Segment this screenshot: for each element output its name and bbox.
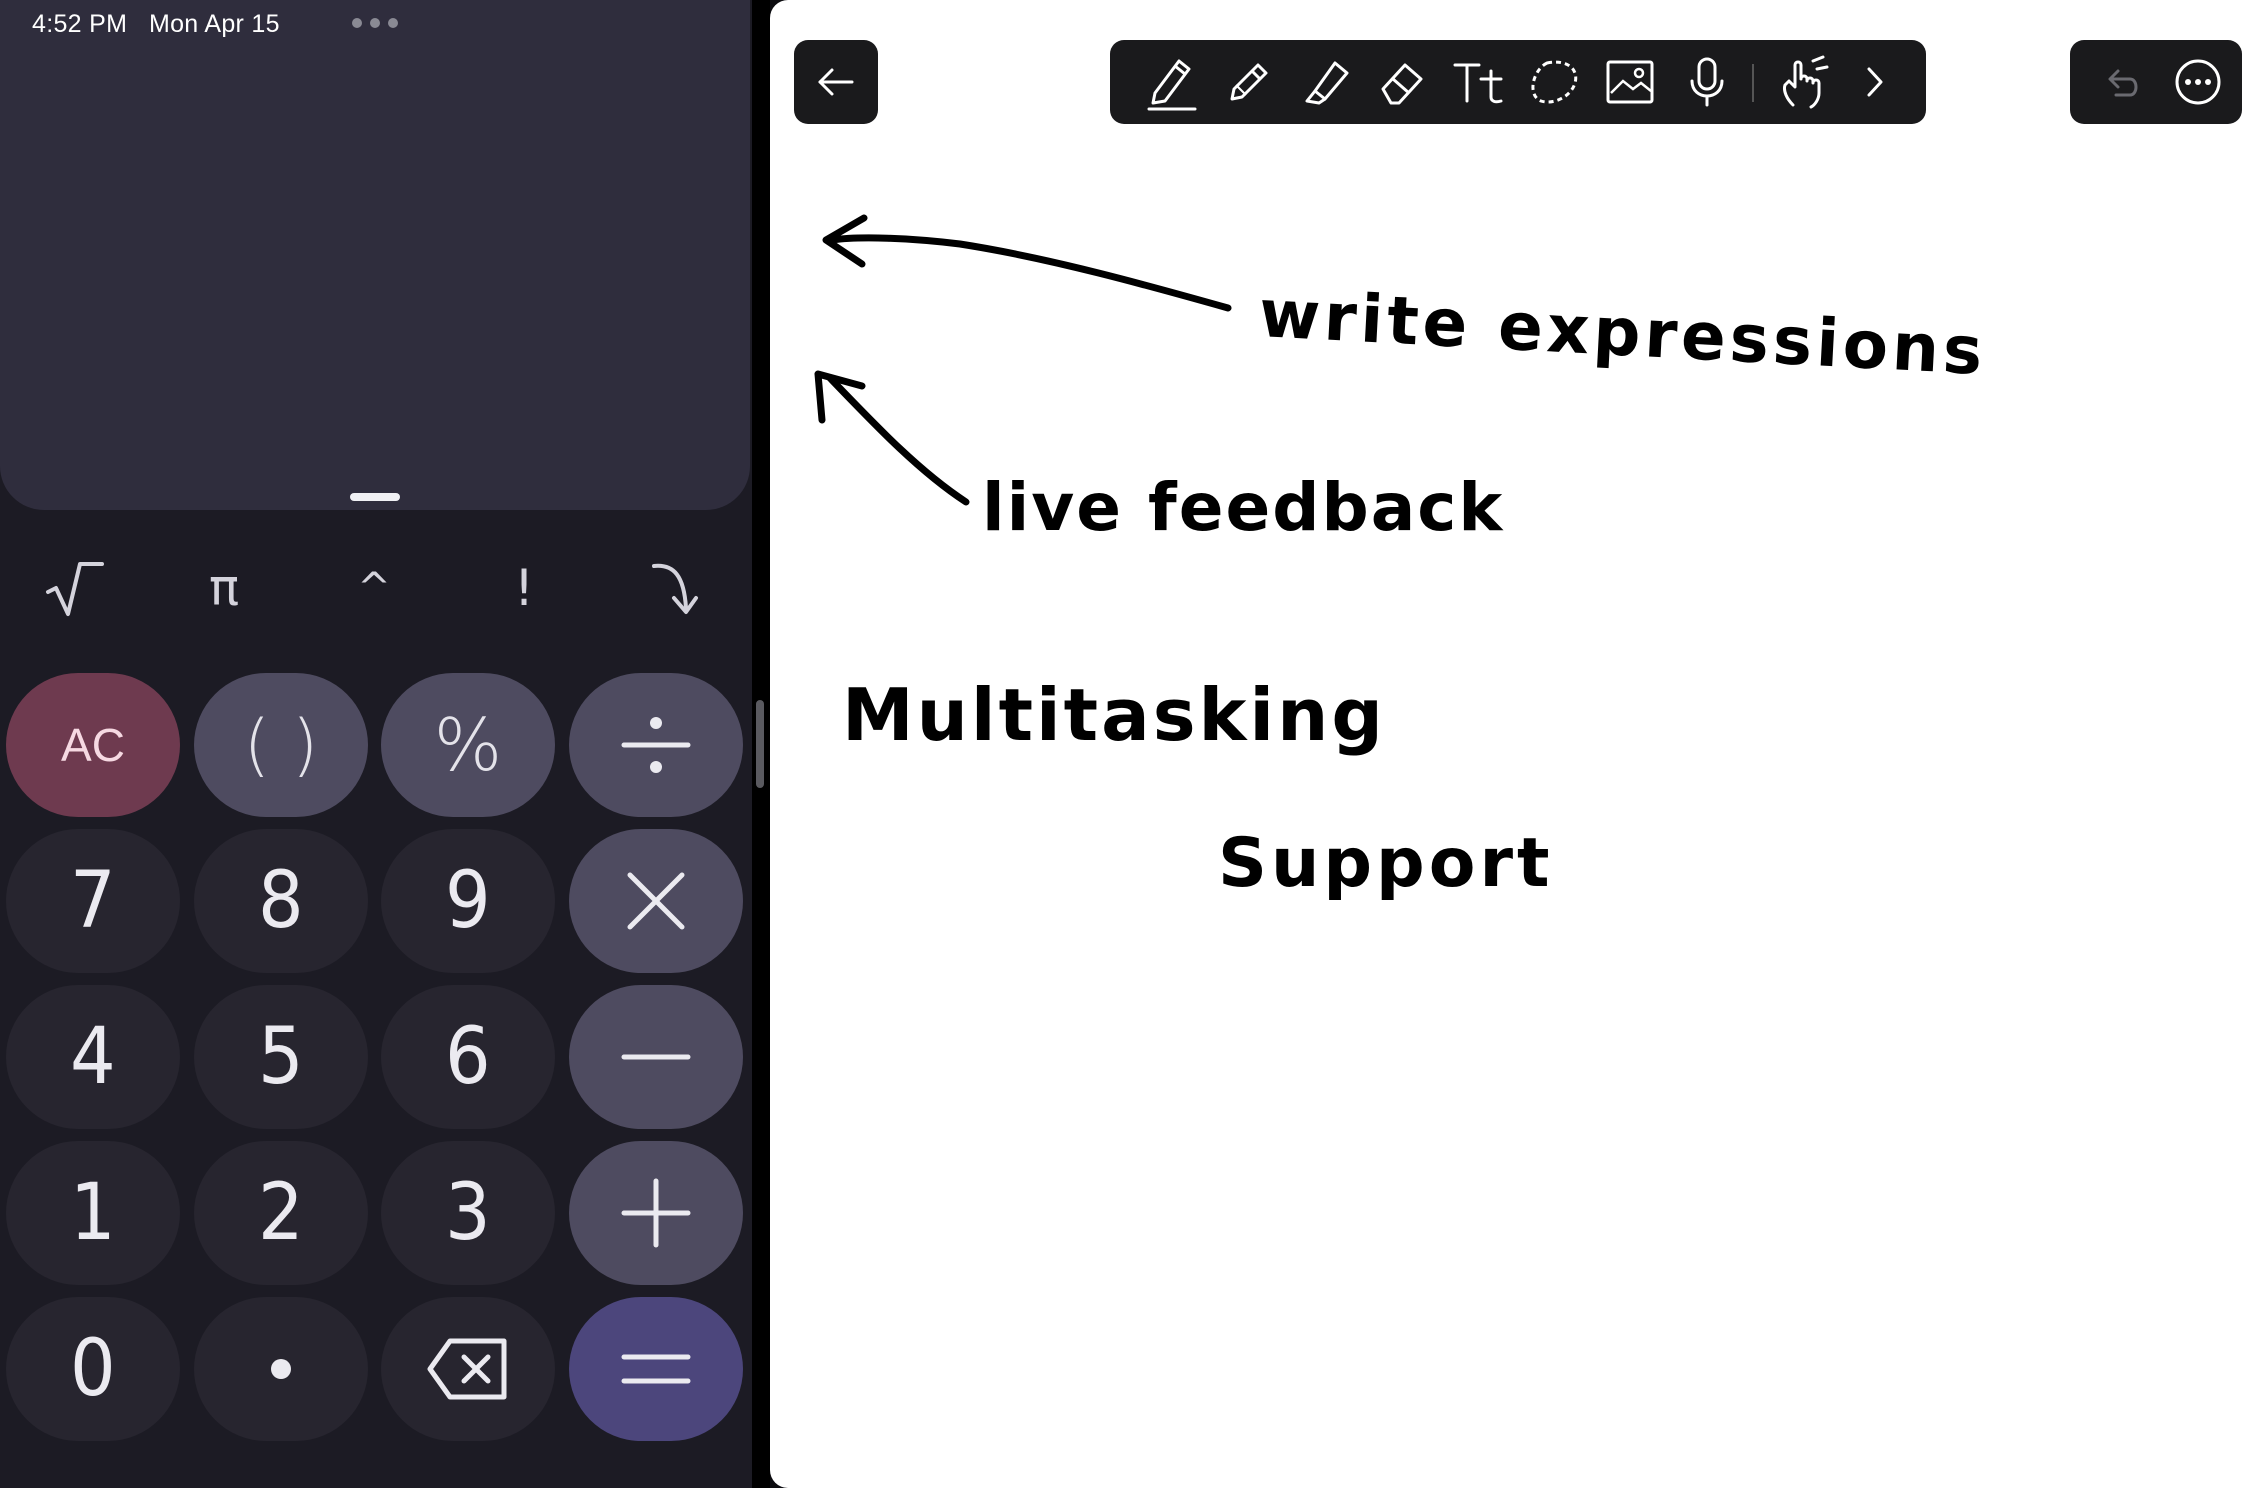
add-button[interactable] <box>569 1141 743 1285</box>
all-clear-button[interactable]: AC <box>6 673 180 817</box>
status-date: Mon Apr 15 <box>148 10 280 38</box>
digit-9-label: 9 <box>445 856 491 946</box>
arrow-stroke-1 <box>822 214 1232 312</box>
digit-0-label: 0 <box>70 1324 116 1414</box>
handwriting-write-expressions: write expressions <box>1257 275 1988 390</box>
divide-icon <box>621 717 691 773</box>
split-view-handle[interactable] <box>756 700 764 788</box>
all-clear-label: AC <box>61 719 125 771</box>
pi-label: π <box>208 559 240 617</box>
calculator-pane: 4:52 PM Mon Apr 15 π ^ ! AC ( ) % 7 8 9 … <box>0 0 752 1488</box>
backspace-button[interactable] <box>381 1297 555 1441</box>
toolbar-separator <box>1752 64 1754 102</box>
arrow-stroke-2 <box>814 370 970 506</box>
parentheses-label: ( ) <box>243 705 319 785</box>
decimal-point-button[interactable] <box>194 1297 368 1441</box>
drawing-toolbar <box>1110 40 1926 124</box>
digit-6-button[interactable]: 6 <box>381 985 555 1129</box>
multiply-button[interactable] <box>569 829 743 973</box>
back-arrow-icon <box>818 68 854 96</box>
digit-6-label: 6 <box>445 1012 491 1102</box>
power-label: ^ <box>357 565 391 611</box>
percent-label: % <box>433 703 503 787</box>
right-action-group <box>2070 40 2242 124</box>
image-icon <box>1606 60 1654 104</box>
highlighter-tool-button[interactable] <box>1296 52 1356 112</box>
decimal-point-icon <box>271 1359 291 1379</box>
pen-icon <box>1147 59 1197 111</box>
equals-icon <box>621 1354 691 1384</box>
microphone-icon <box>1690 57 1724 107</box>
factorial-label: ! <box>513 559 535 617</box>
multitasking-menu-icon[interactable] <box>352 18 398 28</box>
digit-8-button[interactable]: 8 <box>194 829 368 973</box>
undo-icon <box>2108 69 2138 97</box>
chevron-right-icon <box>1867 67 1883 97</box>
digit-5-label: 5 <box>258 1012 304 1102</box>
digit-8-label: 8 <box>258 856 304 946</box>
digit-2-button[interactable]: 2 <box>194 1141 368 1285</box>
sqrt-key[interactable] <box>19 548 129 628</box>
ellipsis-circle-icon <box>2175 59 2221 105</box>
lasso-tool-button[interactable] <box>1524 52 1584 112</box>
touch-hand-icon <box>1783 55 1829 109</box>
square-root-icon <box>46 562 104 616</box>
text-tool-icon <box>1453 63 1503 104</box>
calculator-display: 4:52 PM Mon Apr 15 <box>0 0 750 510</box>
back-button[interactable] <box>794 40 878 124</box>
pi-key[interactable]: π <box>169 548 279 628</box>
more-options-button[interactable] <box>2168 52 2228 112</box>
pen-tool-button[interactable] <box>1142 52 1202 112</box>
digit-1-label: 1 <box>70 1168 116 1258</box>
curved-arrow-down-icon <box>652 563 698 614</box>
subtract-button[interactable] <box>569 985 743 1129</box>
lasso-icon <box>1531 60 1578 104</box>
percent-button[interactable]: % <box>381 673 555 817</box>
factorial-key[interactable]: ! <box>469 548 579 628</box>
digit-3-label: 3 <box>445 1168 491 1258</box>
parentheses-button[interactable]: ( ) <box>194 673 368 817</box>
pencil-tool-button[interactable] <box>1219 52 1279 112</box>
digit-1-button[interactable]: 1 <box>6 1141 180 1285</box>
plus-icon <box>621 1178 691 1248</box>
digit-4-button[interactable]: 4 <box>6 985 180 1129</box>
undo-button[interactable] <box>2092 52 2152 112</box>
eraser-icon <box>1381 63 1423 105</box>
highlighter-icon <box>1305 61 1349 105</box>
power-key[interactable]: ^ <box>319 548 429 628</box>
more-tools-button[interactable] <box>1845 52 1905 112</box>
minus-icon <box>621 1054 691 1060</box>
digit-9-button[interactable]: 9 <box>381 829 555 973</box>
digit-2-label: 2 <box>258 1168 304 1258</box>
image-tool-button[interactable] <box>1600 52 1660 112</box>
multiply-icon <box>627 872 685 930</box>
equals-button[interactable] <box>569 1297 743 1441</box>
digit-7-button[interactable]: 7 <box>6 829 180 973</box>
status-bar-time: 4:52 PM Mon Apr 15 <box>32 10 280 39</box>
touch-mode-button[interactable] <box>1774 52 1834 112</box>
handwriting-support: Support <box>1218 824 1554 903</box>
divide-button[interactable] <box>569 673 743 817</box>
status-time: 4:52 PM <box>32 10 128 38</box>
sheet-grabber-handle[interactable] <box>350 493 400 501</box>
digit-3-button[interactable]: 3 <box>381 1141 555 1285</box>
eraser-tool-button[interactable] <box>1372 52 1432 112</box>
text-tool-button[interactable] <box>1448 52 1508 112</box>
handwriting-multitasking: Multitasking <box>842 673 1386 757</box>
digit-7-label: 7 <box>70 856 116 946</box>
microphone-tool-button[interactable] <box>1677 52 1737 112</box>
drawing-canvas[interactable]: write expressions live feedback Multitas… <box>770 0 2266 1488</box>
insert-result-key[interactable] <box>619 548 729 628</box>
notes-pane: write expressions live feedback Multitas… <box>770 0 2266 1488</box>
handwriting-live-feedback: live feedback <box>982 469 1504 546</box>
backspace-icon <box>427 1338 507 1400</box>
digit-0-button[interactable]: 0 <box>6 1297 180 1441</box>
pencil-icon <box>1230 63 1268 101</box>
function-key-row: π ^ ! <box>0 548 752 628</box>
digit-4-label: 4 <box>70 1012 116 1102</box>
digit-5-button[interactable]: 5 <box>194 985 368 1129</box>
